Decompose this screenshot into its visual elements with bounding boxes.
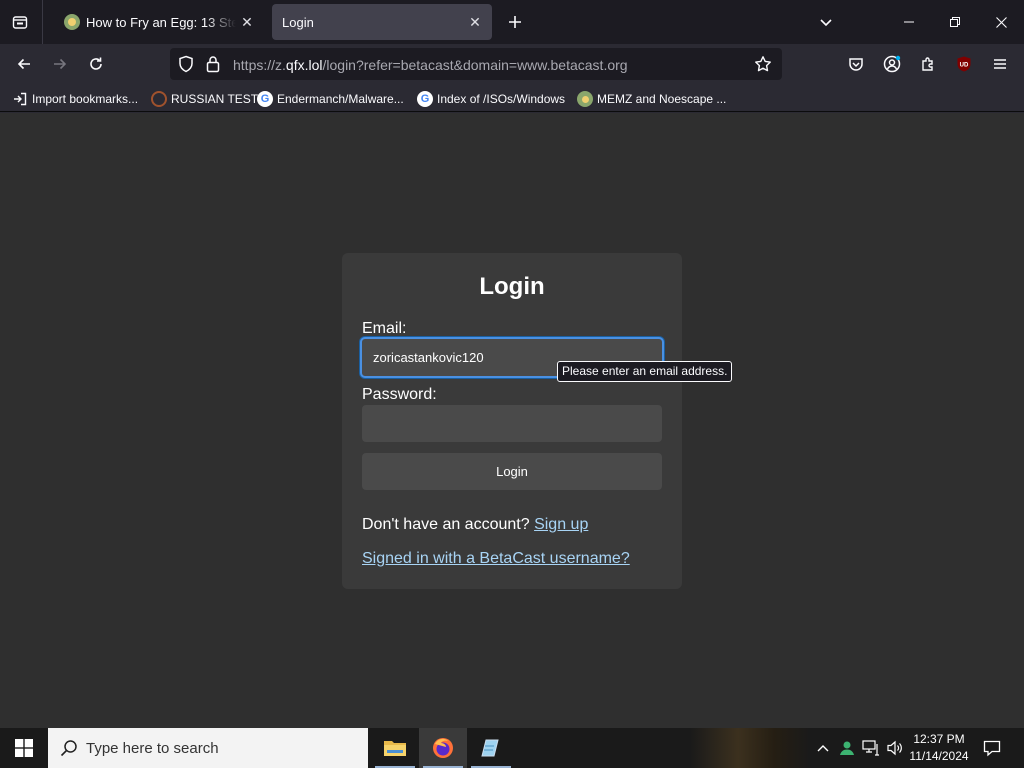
file-explorer-icon[interactable] (371, 728, 419, 768)
desktop-wallpaper-peek (690, 728, 810, 768)
password-field[interactable] (362, 405, 662, 442)
url-prefix: https://z. (233, 57, 286, 73)
firefox-taskbar-icon[interactable] (419, 728, 467, 768)
bookmark-memz[interactable]: MEMZ and Noescape ... (577, 90, 726, 108)
bookmark-isos-windows[interactable]: G Index of /ISOs/Windows (417, 90, 565, 108)
taskbar-search-input[interactable]: Type here to search (48, 728, 368, 768)
svg-text:UD: UD (960, 63, 969, 69)
notifications-icon[interactable] (980, 728, 1004, 768)
notepad-icon[interactable] (467, 728, 515, 768)
tab-strip: How to Fry an Egg: 13 Steps (with Pictur… (0, 0, 1024, 44)
close-tab-icon[interactable]: ✕ (236, 11, 258, 33)
volume-icon[interactable] (884, 728, 906, 768)
url-path: /login?refer=betacast&domain=www.betacas… (322, 57, 628, 73)
tab-title: How to Fry an Egg: 13 Steps (with Pictur… (86, 14, 236, 30)
bookmarks-toolbar: Import bookmarks... RUSSIAN TEST G Ender… (0, 84, 1024, 112)
bookmark-label: RUSSIAN TEST (171, 92, 259, 106)
minimize-icon[interactable] (886, 0, 932, 44)
close-tab-icon[interactable]: ✕ (464, 11, 486, 33)
bookmark-label: MEMZ and Noescape ... (597, 92, 727, 106)
bookmark-russian-test[interactable]: RUSSIAN TEST (151, 90, 258, 108)
signup-prompt: Don't have an account? (362, 516, 530, 533)
google-icon: G (257, 91, 273, 107)
address-bar[interactable]: https://z.qfx.lol/login?refer=betacast&d… (170, 48, 782, 80)
taskbar-clock[interactable]: 12:37 PM 11/14/2024 (904, 731, 974, 765)
clock-time: 12:37 PM (913, 732, 965, 746)
password-label: Password: (362, 386, 437, 403)
site-icon (577, 91, 593, 107)
lock-icon[interactable] (206, 55, 220, 78)
tab-title: Login (282, 14, 314, 30)
ring-icon (151, 91, 167, 107)
forward-icon[interactable] (48, 52, 72, 76)
page-content: Login Email: Password: Login Don't have … (0, 113, 1024, 728)
bookmark-label: Import bookmarks... (32, 92, 139, 106)
back-icon[interactable] (12, 52, 36, 76)
ublock-origin-icon[interactable]: UD (952, 52, 976, 76)
close-window-icon[interactable] (978, 0, 1024, 44)
clock-date: 11/14/2024 (909, 749, 969, 763)
reload-icon[interactable] (84, 52, 108, 76)
bookmark-endermanch[interactable]: G Endermanch/Malware... (257, 90, 404, 108)
tab-separator (42, 0, 43, 44)
search-icon (60, 739, 78, 757)
bookmark-label: Index of /ISOs/Windows (437, 92, 566, 106)
page-title: Login (479, 273, 545, 300)
new-tab-icon[interactable] (503, 10, 527, 34)
login-button[interactable]: Login (362, 453, 662, 490)
restore-icon[interactable] (932, 0, 978, 44)
bookmark-star-icon[interactable] (754, 55, 772, 78)
extensions-icon[interactable] (916, 52, 940, 76)
email-label: Email: (362, 320, 407, 337)
pocket-icon[interactable] (844, 52, 868, 76)
url-text[interactable]: https://z.qfx.lol/login?refer=betacast&d… (233, 57, 628, 73)
betacast-username-link[interactable]: Signed in with a BetaCast username? (362, 550, 630, 568)
tab-login[interactable]: Login ✕ (272, 4, 492, 40)
signup-link[interactable]: Sign up (534, 516, 588, 533)
url-host: qfx.lol (285, 57, 323, 73)
taskbar: Type here to search 12:37 PM 11/14/2024 (0, 728, 1024, 768)
signup-row: Don't have an account? Sign up (362, 516, 588, 534)
tracking-protection-icon[interactable] (178, 55, 194, 78)
windows-start-icon[interactable] (0, 728, 48, 768)
network-icon[interactable] (860, 728, 882, 768)
firefox-view-icon[interactable] (8, 10, 32, 34)
bookmark-label: Endermanch/Malware... (277, 92, 404, 106)
account-icon[interactable] (880, 52, 904, 76)
validation-tooltip: Please enter an email address. (557, 361, 733, 382)
list-all-tabs-icon[interactable] (814, 10, 838, 34)
bookmark-import[interactable]: Import bookmarks... (12, 90, 138, 108)
import-icon (12, 91, 28, 107)
people-icon[interactable] (836, 728, 858, 768)
menu-hamburger-icon[interactable] (988, 52, 1012, 76)
show-hidden-icons-chevron-icon[interactable] (814, 728, 832, 768)
tab-fry-egg[interactable]: How to Fry an Egg: 13 Steps (with Pictur… (50, 4, 264, 40)
wikihow-favicon-icon (64, 14, 80, 30)
google-icon: G (417, 91, 433, 107)
search-placeholder: Type here to search (86, 739, 219, 757)
login-card: Login Email: Password: Login Don't have … (342, 253, 682, 589)
